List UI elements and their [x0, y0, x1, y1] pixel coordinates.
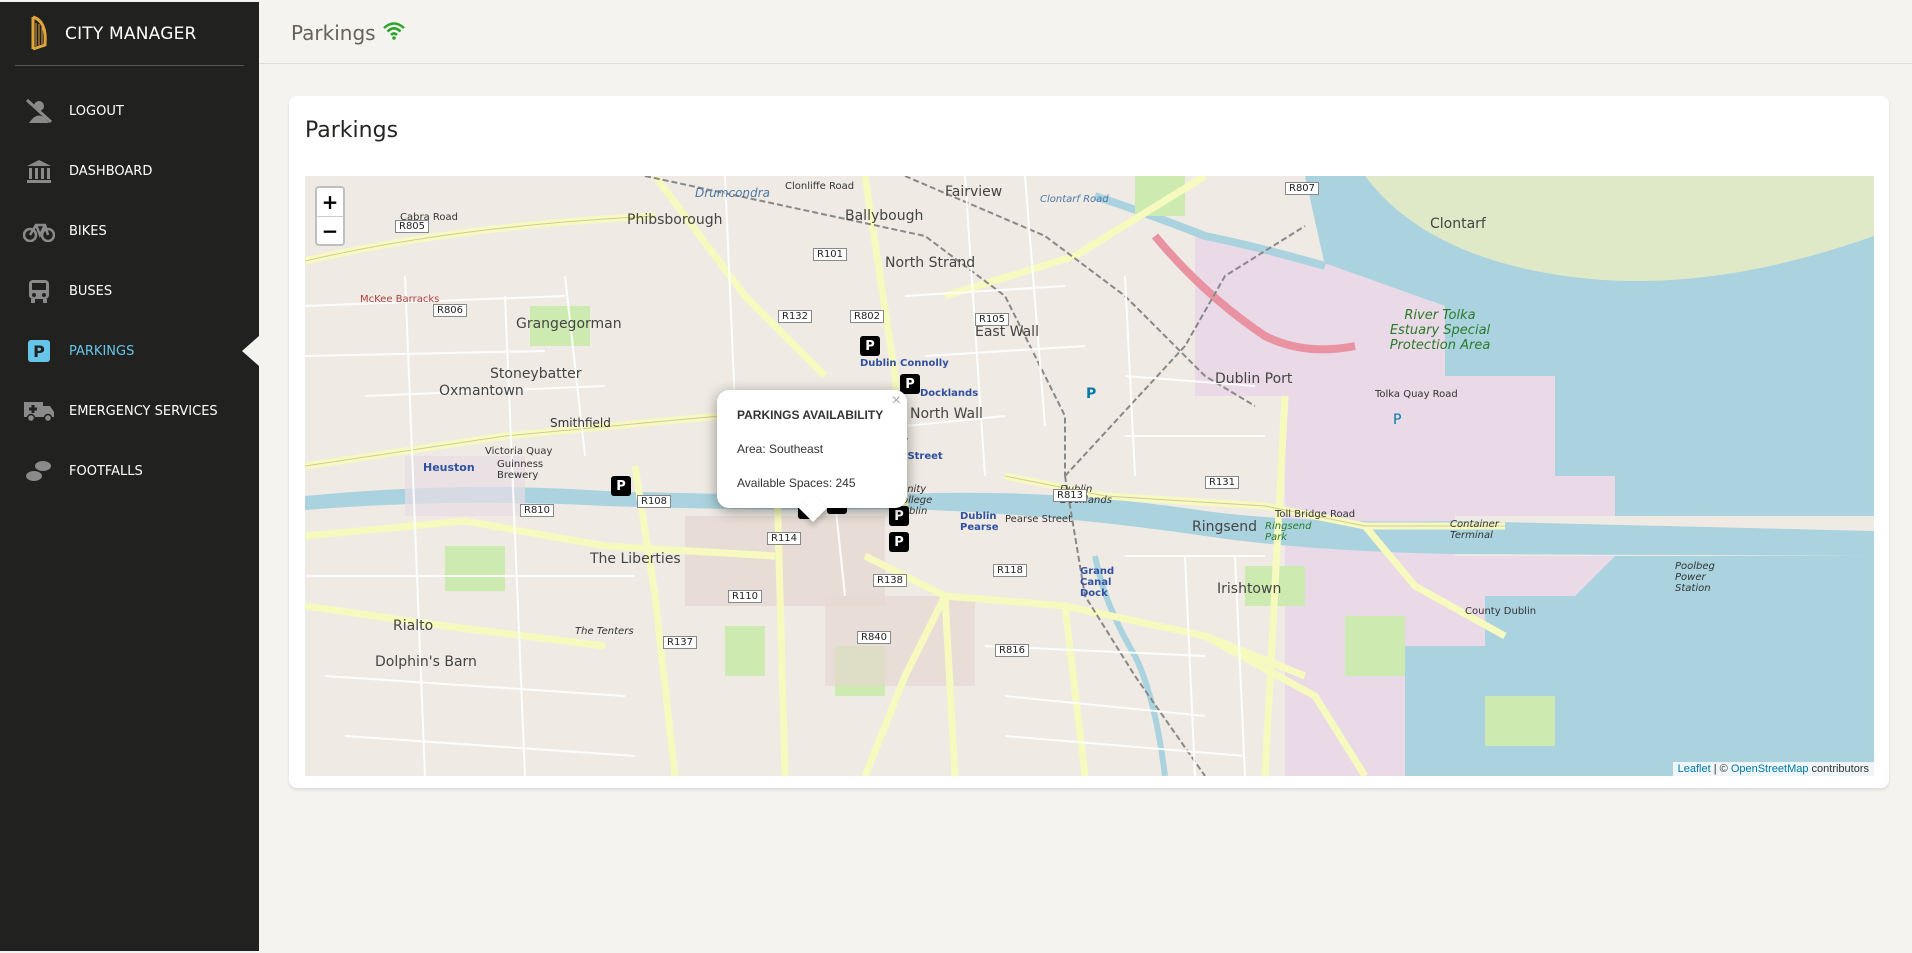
zoom-out-button[interactable]: −: [317, 216, 343, 244]
sidebar-item-emergency-services[interactable]: EMERGENCY SERVICES: [0, 381, 259, 441]
zoom-in-button[interactable]: +: [317, 188, 343, 216]
attribution-suffix: contributors: [1808, 763, 1869, 775]
popup-close-button[interactable]: ×: [892, 392, 901, 410]
page-title: Parkings: [291, 20, 376, 45]
parking-marker[interactable]: P: [611, 476, 631, 496]
sidebar-item-buses[interactable]: BUSES: [0, 261, 259, 321]
svg-text:P: P: [1393, 412, 1401, 428]
bike-icon: [23, 217, 55, 245]
parkings-card: Parkings P P Drumcondra Clonliffe Road F…: [289, 96, 1889, 788]
popup-available-spaces: Available Spaces: 245: [737, 476, 856, 490]
ambulance-icon: [23, 397, 55, 425]
top-navbar: Parkings: [259, 2, 1912, 64]
sidebar-item-label: BUSES: [69, 283, 113, 299]
sidebar-item-bikes[interactable]: BIKES: [0, 201, 259, 261]
sidebar-item-parkings[interactable]: P PARKINGS: [0, 321, 259, 381]
sidebar-item-label: DASHBOARD: [69, 163, 153, 179]
popup-area: Area: Southeast: [737, 442, 824, 456]
map-attribution: Leaflet | © OpenStreetMap contributors: [1672, 762, 1874, 776]
sidebar-item-label: BIKES: [69, 223, 107, 239]
sidebar-item-label: EMERGENCY SERVICES: [69, 403, 218, 419]
sidebar-item-label: FOOTFALLS: [69, 463, 143, 479]
osm-link[interactable]: OpenStreetMap: [1731, 763, 1809, 775]
harp-logo-icon: [31, 15, 47, 50]
parking-popup: × PARKINGS AVAILABILITY Area: Southeast …: [717, 390, 907, 523]
map-tiles[interactable]: P P: [305, 176, 1874, 776]
map[interactable]: P P Drumcondra Clonliffe Road Fairview C…: [305, 176, 1874, 776]
sidebar-item-logout[interactable]: LOGOUT: [0, 81, 259, 141]
brand[interactable]: CITY MANAGER: [15, 2, 244, 66]
sidebar-item-dashboard[interactable]: DASHBOARD: [0, 141, 259, 201]
wifi-icon: [382, 21, 405, 40]
sidebar-item-label: LOGOUT: [69, 103, 124, 119]
bank-icon: [23, 157, 55, 185]
parking-marker[interactable]: P: [860, 336, 880, 356]
footsteps-icon: [23, 457, 55, 485]
parking-marker[interactable]: P: [900, 374, 920, 394]
zoom-control: + −: [315, 186, 345, 246]
svg-text:P: P: [33, 342, 45, 361]
logout-icon: [23, 97, 55, 125]
app-title: CITY MANAGER: [65, 23, 197, 44]
leaflet-link[interactable]: Leaflet: [1678, 763, 1711, 775]
parking-marker[interactable]: P: [889, 506, 909, 526]
sidebar-item-label: PARKINGS: [69, 343, 135, 359]
sidebar: CITY MANAGER LOGOUT DASHBOARD BIKES BUSE…: [0, 2, 259, 951]
attribution-separator: | ©: [1710, 763, 1731, 775]
popup-title: PARKINGS AVAILABILITY: [737, 408, 884, 422]
sidebar-nav: LOGOUT DASHBOARD BIKES BUSES P PARKINGS: [0, 81, 259, 501]
parking-marker[interactable]: P: [889, 532, 909, 552]
active-indicator: [242, 336, 259, 366]
bus-icon: [23, 277, 55, 305]
parking-icon: P: [23, 337, 55, 365]
sidebar-item-footfalls[interactable]: FOOTFALLS: [0, 441, 259, 501]
svg-text:P: P: [1086, 386, 1096, 402]
card-title: Parkings: [305, 118, 399, 143]
